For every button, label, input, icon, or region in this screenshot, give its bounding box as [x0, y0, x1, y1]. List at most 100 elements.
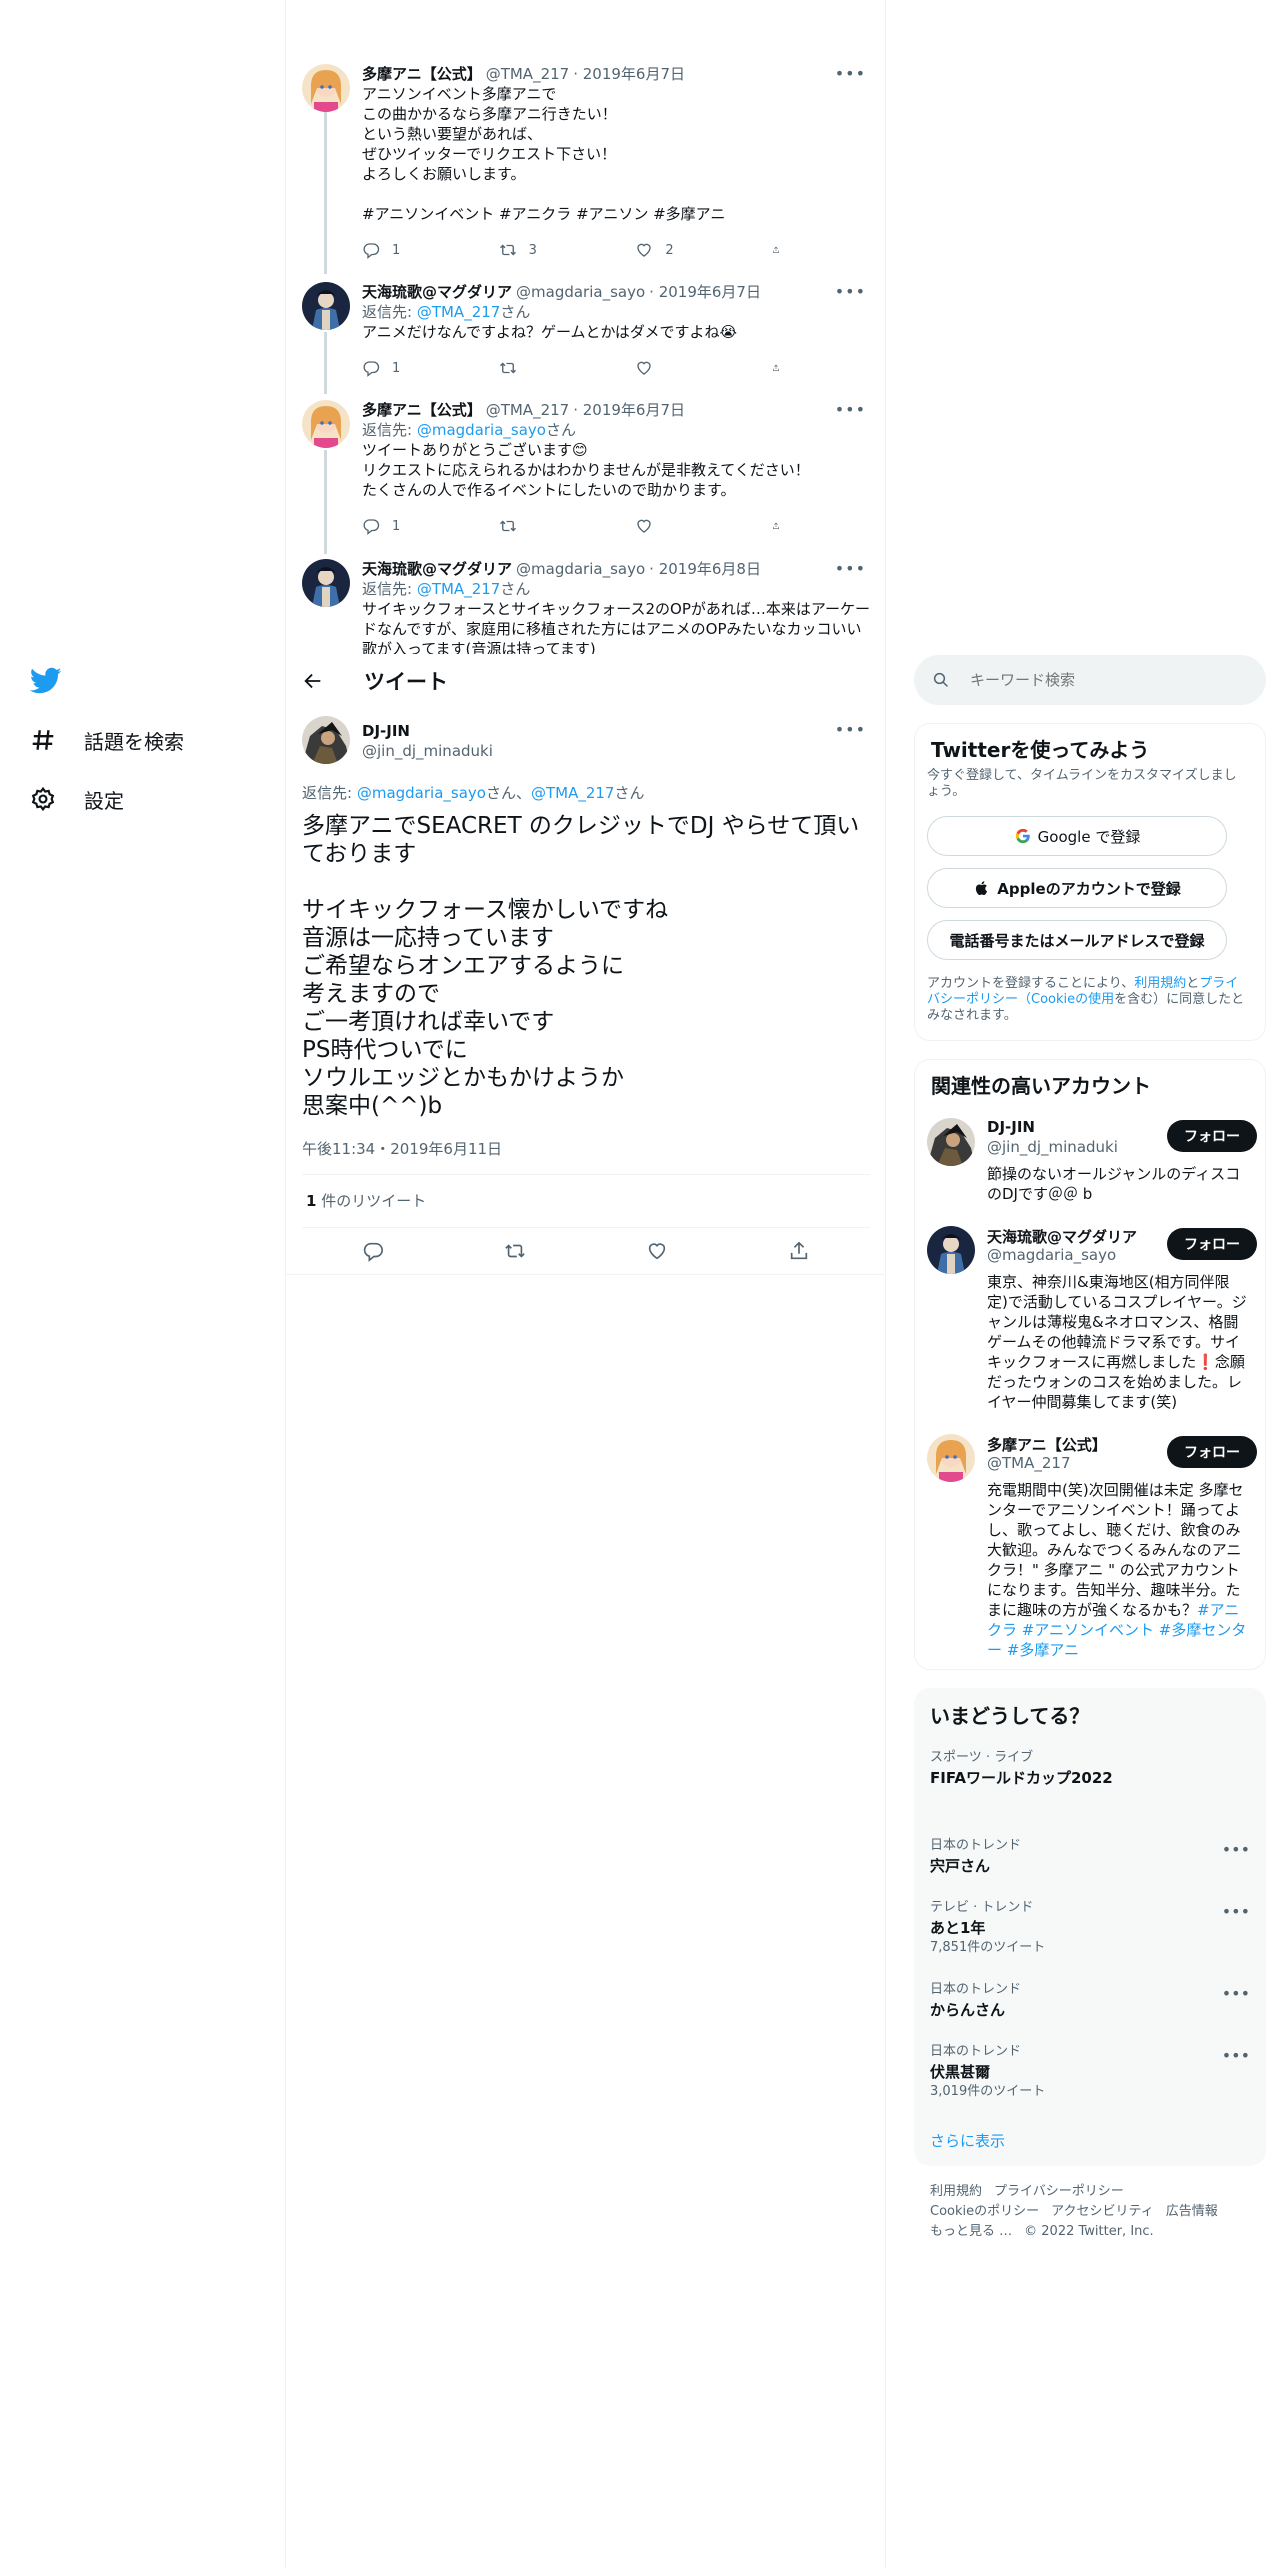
author-name[interactable]: DJ-JIN [362, 722, 410, 740]
author-handle[interactable]: @TMA_217 [486, 400, 570, 420]
tweet-timestamp[interactable]: 午後11:34・2019年6月11日 [302, 1138, 502, 1159]
author-handle[interactable]: @jin_dj_minaduki [362, 742, 493, 760]
avatar[interactable] [302, 64, 350, 112]
footer-cookie-link[interactable]: Cookieのポリシー [930, 2204, 1039, 2219]
retweet-icon[interactable] [504, 1240, 526, 1262]
footer-accessibility-link[interactable]: アクセシビリティ [1051, 2204, 1154, 2219]
author-handle[interactable]: @magdaria_sayo [516, 282, 645, 302]
account-handle[interactable]: @magdaria_sayo [987, 1246, 1116, 1264]
like-button[interactable]: 2 [635, 240, 725, 260]
thread-tweet[interactable]: 多摩アニ【公式】 @TMA_217 · 2019年6月7日 返信先: @magdar… [302, 400, 870, 540]
more-options-icon[interactable]: ••• [835, 64, 866, 83]
share-button[interactable] [772, 516, 792, 536]
follow-button[interactable]: フォロー [1167, 1228, 1257, 1260]
trend-item[interactable]: スポーツ · ライブ FIFAワールドカップ2022 [930, 1750, 1250, 1788]
more-options-icon[interactable]: ••• [835, 282, 866, 301]
tweet-hashtags[interactable]: #アニソンイベント #アニクラ #アニソン #多摩アニ [362, 204, 870, 224]
account-name[interactable]: 天海琉歌@マグダリア [987, 1226, 1137, 1247]
avatar[interactable] [302, 282, 350, 330]
more-options-icon[interactable]: ••• [835, 559, 866, 578]
trend-item[interactable]: テレビ · トレンド あと1年 7,851件のツイート ••• [930, 1900, 1250, 1956]
tweet-date[interactable]: · 2019年6月8日 [649, 559, 761, 579]
related-account[interactable]: 天海琉歌@マグダリア @magdaria_sayo フォロー 東京、神奈川&東海… [927, 1226, 1257, 1426]
more-options-icon[interactable]: ••• [1222, 1840, 1250, 1859]
share-button[interactable] [772, 358, 792, 378]
tweet-date[interactable]: · 2019年6月7日 [649, 282, 761, 302]
avatar[interactable] [927, 1118, 975, 1166]
google-signup-button[interactable]: Google で登録 [927, 816, 1227, 856]
more-options-icon[interactable]: ••• [1222, 1984, 1250, 2003]
nav-settings[interactable]: 設定 [30, 779, 124, 819]
follow-button[interactable]: フォロー [1167, 1120, 1257, 1152]
footer-privacy-link[interactable]: プライバシーポリシー [994, 2184, 1124, 2199]
reply-to-mention[interactable]: @TMA_217 [417, 580, 501, 598]
more-options-icon[interactable]: ••• [1222, 1902, 1250, 1921]
tweet-actions: 1 3 2 [362, 240, 792, 260]
avatar[interactable] [927, 1434, 975, 1482]
share-button[interactable] [772, 240, 792, 260]
reply-button[interactable]: 1 [362, 516, 452, 536]
reply-icon[interactable] [362, 1240, 384, 1262]
author-handle[interactable]: @TMA_217 [486, 64, 570, 84]
more-options-icon[interactable]: ••• [835, 720, 866, 739]
retweet-button[interactable] [499, 516, 589, 536]
twitter-logo-icon[interactable] [30, 664, 62, 696]
reply-count: 1 [392, 242, 401, 258]
trend-item[interactable]: 日本のトレンド 宍戸さん ••• [930, 1838, 1250, 1876]
reply-to-mention[interactable]: @magdaria_sayo [357, 784, 486, 802]
share-icon [773, 246, 779, 253]
footer-more-link[interactable]: もっと見る … [930, 2224, 1012, 2239]
trend-item[interactable]: 日本のトレンド 伏黒甚爾 3,019件のツイート ••• [930, 2044, 1250, 2100]
author-name[interactable]: 多摩アニ【公式】 [362, 400, 482, 420]
nav-explore[interactable]: 話題を検索 [30, 720, 184, 760]
avatar[interactable] [927, 1226, 975, 1274]
author-name[interactable]: 天海琉歌@マグダリア [362, 559, 512, 579]
related-account[interactable]: 多摩アニ【公式】 @TMA_217 フォロー 充電期間中(笑)次回開催は未定 多… [927, 1434, 1257, 1664]
account-name[interactable]: 多摩アニ【公式】 [987, 1434, 1107, 1455]
share-icon[interactable] [788, 1240, 810, 1262]
show-more-link[interactable]: さらに表示 [930, 2130, 1005, 2151]
avatar[interactable] [302, 400, 350, 448]
thread-tweet[interactable]: 天海琉歌@マグダリア @magdaria_sayo · 2019年6月8日 返信先:… [302, 559, 870, 654]
more-options-icon[interactable]: ••• [835, 400, 866, 419]
avatar[interactable] [302, 716, 350, 764]
back-arrow-icon[interactable] [302, 670, 324, 692]
author-name[interactable]: 多摩アニ【公式】 [362, 64, 482, 84]
account-handle[interactable]: @jin_dj_minaduki [987, 1138, 1118, 1156]
thread-tweet[interactable]: 多摩アニ【公式】 @TMA_217 · 2019年6月7日 アニソンイベント多摩アニ… [302, 64, 870, 264]
account-name[interactable]: DJ-JIN [987, 1118, 1035, 1136]
reply-to-mention[interactable]: @TMA_217 [417, 303, 501, 321]
reply-to-line: 返信先: @TMA_217さん [362, 579, 870, 599]
footer-terms-link[interactable]: 利用規約 [930, 2184, 982, 2199]
search-bar[interactable] [914, 655, 1266, 705]
related-account[interactable]: DJ-JIN @jin_dj_minaduki フォロー 節操のないオールジャン… [927, 1118, 1257, 1218]
author-name[interactable]: 天海琉歌@マグダリア [362, 282, 512, 302]
account-handle[interactable]: @TMA_217 [987, 1454, 1071, 1472]
trend-count: 3,019件のツイート [930, 2084, 1046, 2099]
apple-signup-button[interactable]: Appleのアカウントで登録 [927, 868, 1227, 908]
reply-button[interactable]: 1 [362, 358, 452, 378]
more-options-icon[interactable]: ••• [1222, 2046, 1250, 2065]
thread-tweet[interactable]: 天海琉歌@マグダリア @magdaria_sayo · 2019年6月7日 返信先:… [302, 282, 870, 382]
footer-ads-link[interactable]: 広告情報 [1166, 2204, 1218, 2219]
apple-signup-label: Appleのアカウントで登録 [997, 879, 1181, 898]
author-handle[interactable]: @magdaria_sayo [516, 559, 645, 579]
retweet-button[interactable] [499, 358, 589, 378]
reply-to-mention[interactable]: @TMA_217 [531, 784, 615, 802]
like-button[interactable] [635, 358, 725, 378]
tweet-date[interactable]: · 2019年6月7日 [573, 400, 685, 420]
avatar[interactable] [302, 559, 350, 607]
like-button[interactable] [635, 516, 725, 536]
phone-email-signup-button[interactable]: 電話番号またはメールアドレスで登録 [927, 920, 1227, 960]
heart-icon[interactable] [646, 1240, 668, 1262]
reply-to-mention[interactable]: @magdaria_sayo [417, 421, 546, 439]
search-input[interactable] [970, 671, 1250, 689]
trend-item[interactable]: 日本のトレンド からんさん ••• [930, 1982, 1250, 2020]
terms-link[interactable]: 利用規約 [1134, 976, 1186, 991]
tweet-date[interactable]: · 2019年6月7日 [573, 64, 685, 84]
reply-button[interactable]: 1 [362, 240, 452, 260]
follow-button[interactable]: フォロー [1167, 1436, 1257, 1468]
center-column: 多摩アニ【公式】 @TMA_217 · 2019年6月7日 アニソンイベント多摩アニ… [286, 0, 886, 2568]
retweet-stats[interactable]: 1 件のリツイート [306, 1190, 426, 1211]
retweet-button[interactable]: 3 [499, 240, 589, 260]
